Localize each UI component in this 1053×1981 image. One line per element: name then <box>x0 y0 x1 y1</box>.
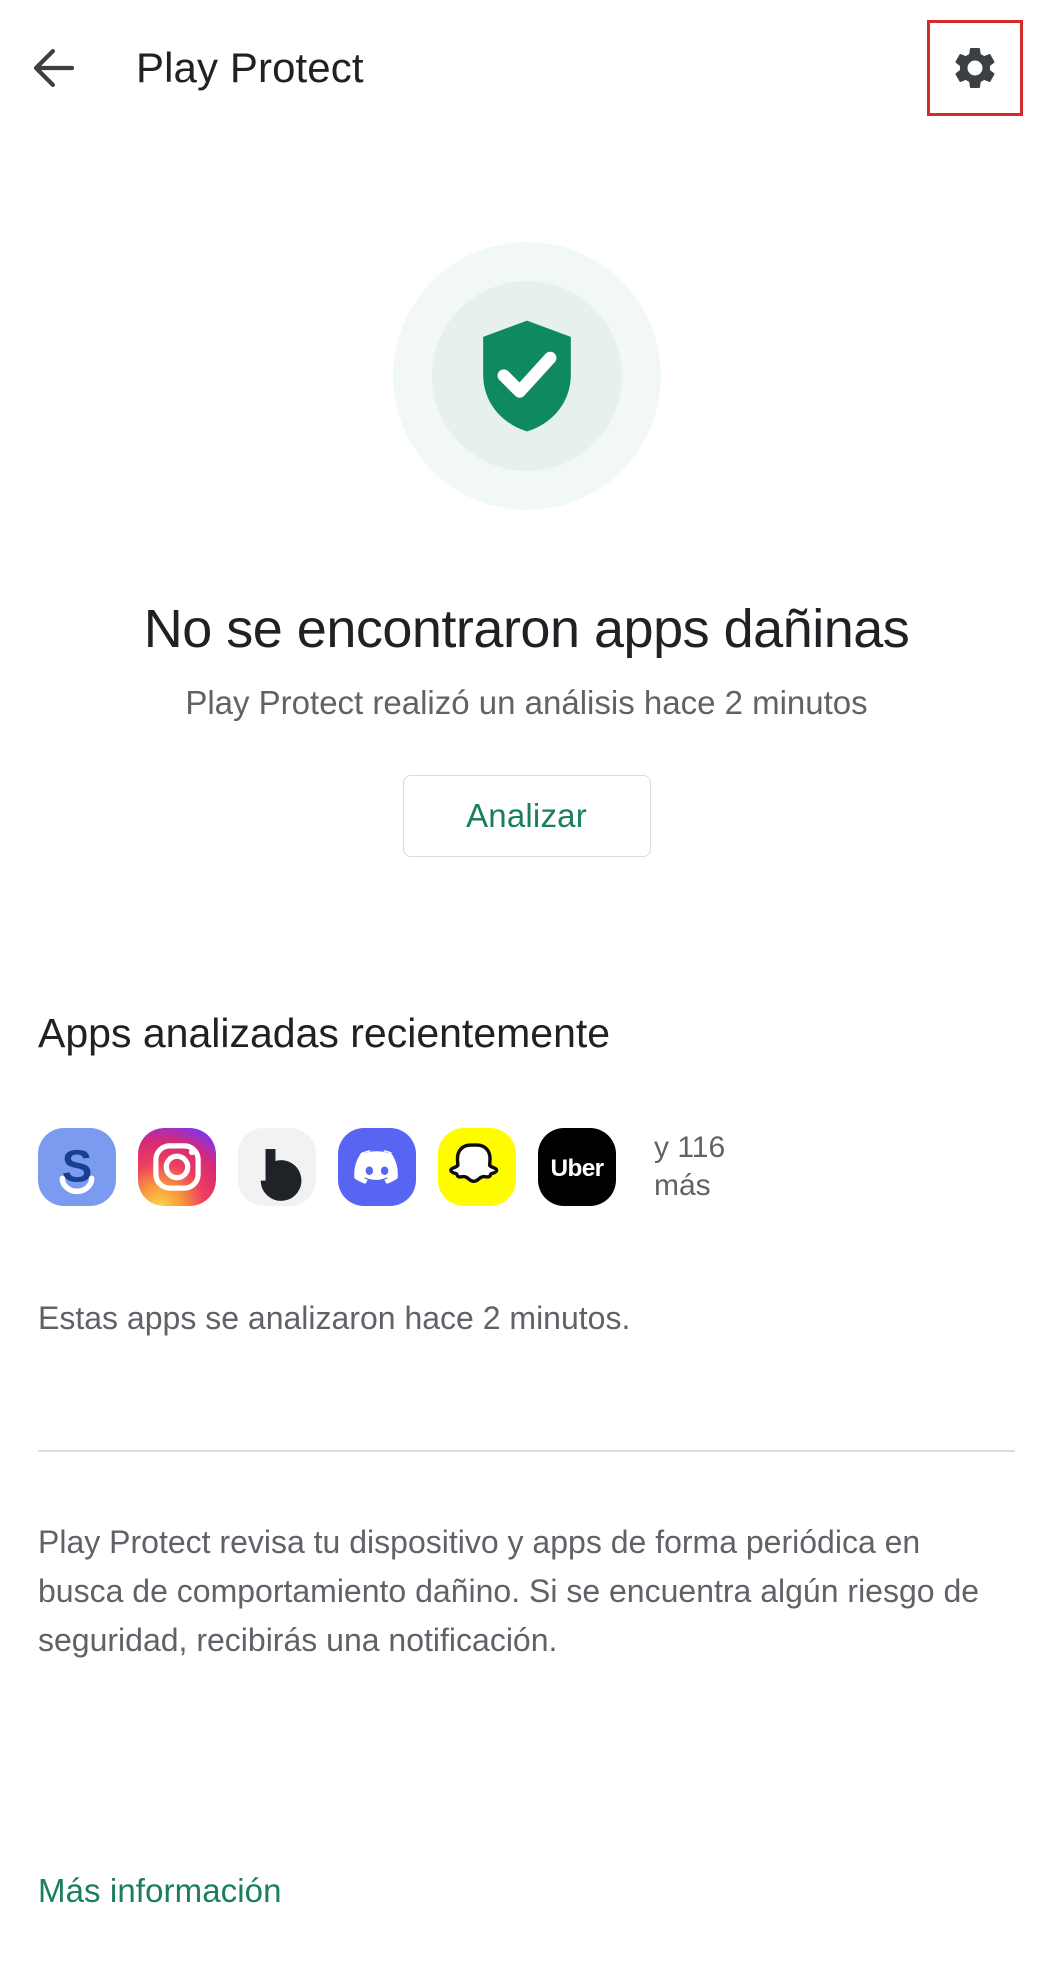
back-button[interactable] <box>8 22 100 114</box>
play-protect-screen: Play Protect No se encontraron apps dañi… <box>0 0 1053 1981</box>
snapchat-app-icon[interactable] <box>438 1128 516 1206</box>
svg-text:Uber: Uber <box>551 1155 605 1182</box>
instagram-app-icon[interactable] <box>138 1128 216 1206</box>
uber-app-icon[interactable]: Uber <box>538 1128 616 1206</box>
scan-button-row: Analizar <box>0 774 1053 857</box>
app-bar: Play Protect <box>0 0 1053 136</box>
discord-app-icon[interactable] <box>338 1128 416 1206</box>
settings-button[interactable] <box>927 20 1023 116</box>
gear-icon <box>950 43 1000 93</box>
status-headline: No se encontraron apps dañinas <box>143 599 910 659</box>
status-subtitle: Play Protect realizó un análisis hace 2 … <box>185 683 868 721</box>
shield-check-icon <box>475 318 579 434</box>
learn-more-link[interactable]: Más información <box>38 1872 1015 1910</box>
section-divider <box>38 1450 1015 1452</box>
status-block: No se encontraron apps dañinas Play Prot… <box>0 598 1053 857</box>
protect-description: Play Protect revisa tu dispositivo y app… <box>38 1524 980 1658</box>
samsung-s-app-icon[interactable]: S <box>38 1128 116 1206</box>
recent-apps-row: S Uber y 116 más <box>38 1128 1015 1206</box>
more-apps-count: y 116 más <box>654 1130 726 1202</box>
scan-button[interactable]: Analizar <box>402 774 651 857</box>
status-illustration <box>0 236 1053 516</box>
halo-ring-inner <box>431 281 622 471</box>
arrow-left-icon <box>27 41 81 95</box>
bixby-app-icon[interactable] <box>238 1128 316 1206</box>
scanned-time-note: Estas apps se analizaron hace 2 minutos. <box>38 1300 631 1336</box>
halo-ring-outer <box>392 242 661 510</box>
page-title: Play Protect <box>136 44 364 91</box>
recent-apps-heading: Apps analizadas recientemente <box>38 1010 611 1056</box>
